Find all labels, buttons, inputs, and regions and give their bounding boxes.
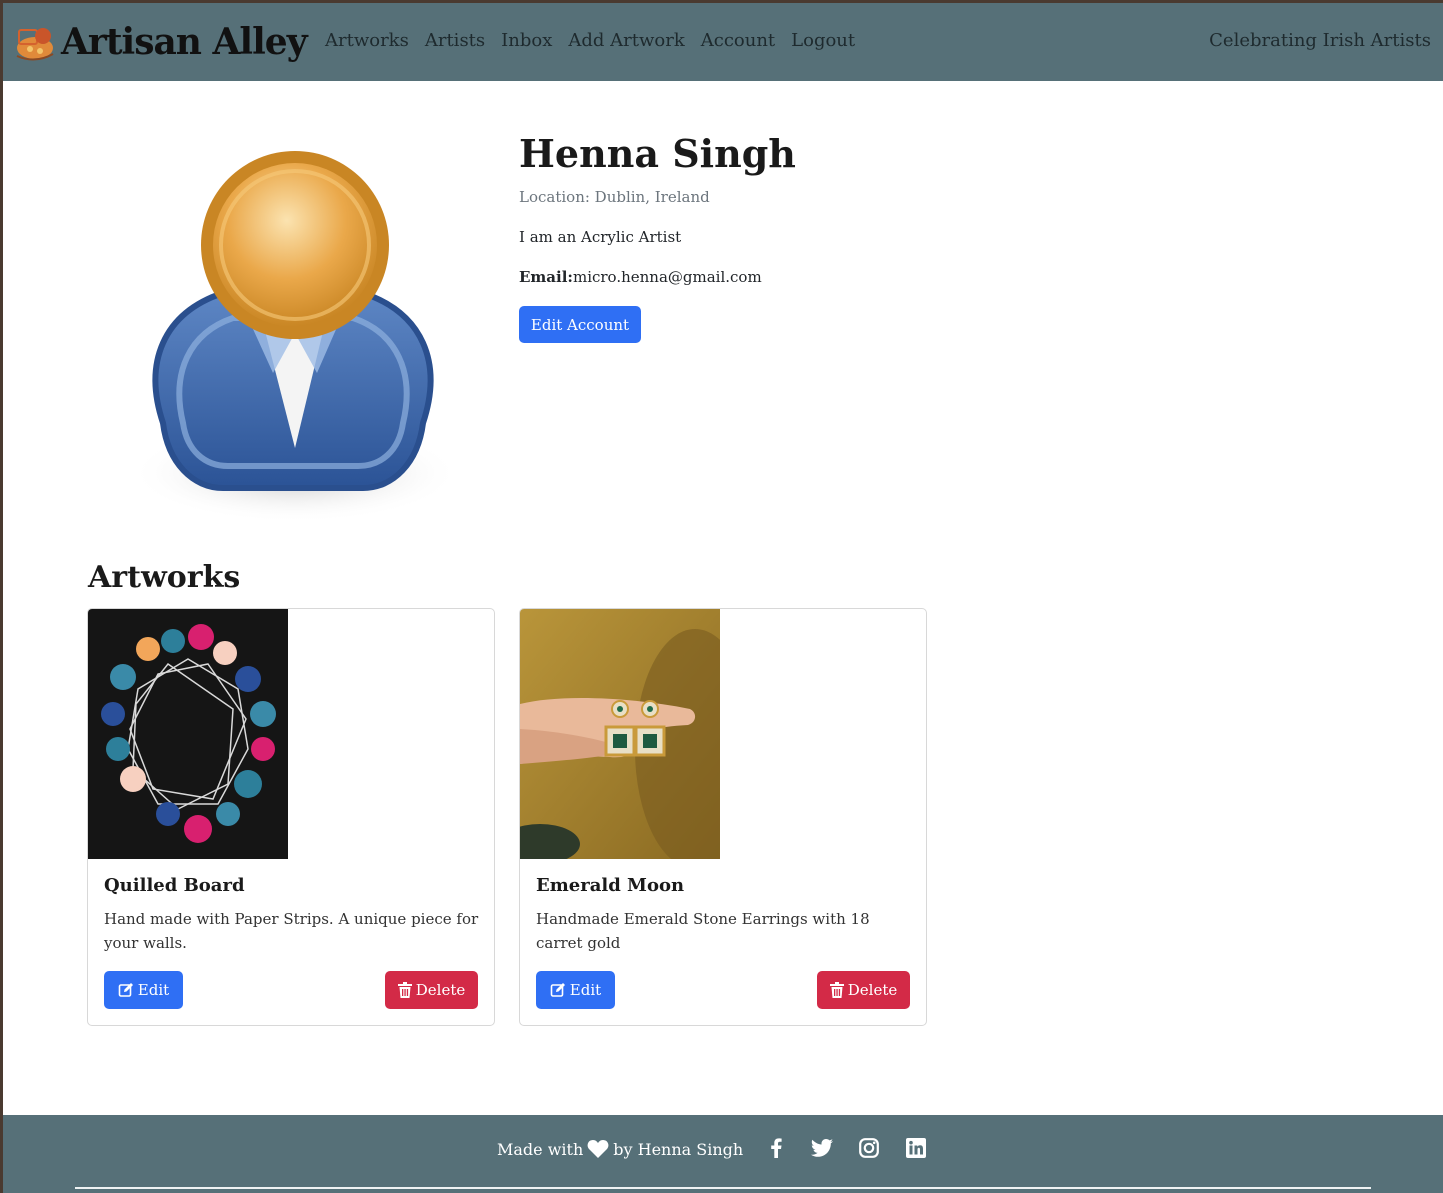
artwork-image[interactable] bbox=[520, 609, 720, 859]
delete-artwork-button[interactable]: Delete bbox=[385, 971, 478, 1009]
profile-bio: I am an Acrylic Artist bbox=[519, 228, 682, 246]
edit-icon bbox=[118, 982, 134, 998]
nav-link-artists[interactable]: Artists bbox=[425, 30, 485, 51]
artworks-heading: Artworks bbox=[88, 560, 241, 595]
email-value: micro.henna@gmail.com bbox=[572, 268, 762, 286]
edit-label: Edit bbox=[137, 981, 170, 999]
edit-artwork-button[interactable]: Edit bbox=[104, 971, 183, 1009]
instagram-icon[interactable] bbox=[858, 1137, 880, 1159]
artwork-card: Quilled Board Hand made with Paper Strip… bbox=[87, 608, 495, 1026]
tagline: Celebrating Irish Artists bbox=[1209, 30, 1431, 51]
profile-avatar-image bbox=[130, 151, 460, 523]
edit-account-button[interactable]: Edit Account bbox=[519, 306, 641, 343]
artwork-description: Hand made with Paper Strips. A unique pi… bbox=[104, 910, 479, 952]
nav-link-add-artwork[interactable]: Add Artwork bbox=[568, 30, 684, 51]
delete-label: Delete bbox=[415, 981, 466, 999]
palette-logo-icon bbox=[16, 28, 54, 61]
nav-link-logout[interactable]: Logout bbox=[791, 30, 855, 51]
profile-location: Location: Dublin, Ireland bbox=[519, 188, 710, 206]
facebook-icon[interactable] bbox=[765, 1137, 787, 1159]
profile-name: Henna Singh bbox=[519, 131, 796, 176]
footer-divider bbox=[75, 1187, 1371, 1189]
brand-name: Artisan Alley bbox=[61, 21, 308, 63]
nav-link-account[interactable]: Account bbox=[701, 30, 775, 51]
artwork-image[interactable] bbox=[88, 609, 288, 859]
email-label: Email: bbox=[519, 268, 573, 286]
profile-email: Email:micro.henna@gmail.com bbox=[519, 268, 762, 286]
author-text: by Henna Singh bbox=[613, 1139, 744, 1159]
trash-icon bbox=[397, 982, 412, 998]
artwork-title: Emerald Moon bbox=[536, 875, 685, 896]
heart-icon bbox=[587, 1139, 609, 1159]
linkedin-icon[interactable] bbox=[905, 1137, 927, 1159]
nav-link-inbox[interactable]: Inbox bbox=[501, 30, 552, 51]
navbar: Artisan Alley Artworks Artists Inbox Add… bbox=[3, 3, 1443, 81]
brand[interactable]: Artisan Alley bbox=[13, 19, 308, 65]
footer: Made with by Henna Singh bbox=[3, 1115, 1443, 1193]
artwork-description: Handmade Emerald Stone Earrings with 18 … bbox=[536, 910, 870, 952]
nav-link-artworks[interactable]: Artworks bbox=[325, 30, 409, 51]
delete-artwork-button[interactable]: Delete bbox=[817, 971, 910, 1009]
artwork-title: Quilled Board bbox=[104, 875, 245, 896]
trash-icon bbox=[829, 982, 844, 998]
edit-label: Edit bbox=[569, 981, 602, 999]
twitter-icon[interactable] bbox=[811, 1137, 833, 1159]
edit-icon bbox=[550, 982, 566, 998]
delete-label: Delete bbox=[847, 981, 898, 999]
made-with-text: Made with bbox=[497, 1139, 584, 1159]
page: Artisan Alley Artworks Artists Inbox Add… bbox=[3, 3, 1443, 1193]
edit-artwork-button[interactable]: Edit bbox=[536, 971, 615, 1009]
artwork-card: Emerald Moon Handmade Emerald Stone Earr… bbox=[519, 608, 927, 1026]
nav-links: Artworks Artists Inbox Add Artwork Accou… bbox=[325, 30, 871, 51]
footer-credit: Made with by Henna Singh bbox=[497, 1139, 743, 1159]
